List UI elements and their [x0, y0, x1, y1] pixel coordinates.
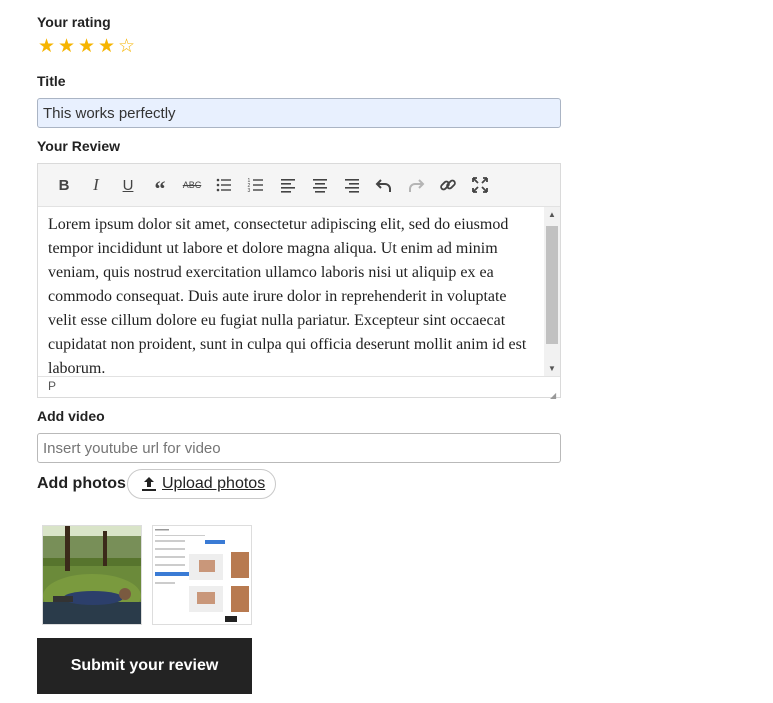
editor-toolbar: B I U “ ABC 123 [38, 164, 560, 207]
upload-icon [142, 477, 156, 491]
scroll-up-icon[interactable]: ▲ [544, 207, 560, 223]
review-editor: B I U “ ABC 123 Lorem ipsum dolor sit am… [37, 163, 561, 400]
redo-icon [400, 169, 432, 201]
editor-scrollbar[interactable]: ▲ ▼ [544, 207, 560, 377]
align-center-icon[interactable] [304, 169, 336, 201]
star-icon[interactable]: ★ [57, 37, 76, 57]
photo-thumbnail-screenshot[interactable] [152, 525, 252, 625]
rating-label: Your rating [37, 14, 111, 30]
scroll-thumb[interactable] [546, 226, 558, 344]
star-rating[interactable]: ★ ★ ★ ★ ☆ [37, 37, 136, 57]
element-path[interactable]: P [48, 379, 56, 393]
title-input[interactable] [37, 98, 561, 128]
submit-review-button[interactable]: Submit your review [37, 638, 252, 694]
link-icon[interactable] [432, 169, 464, 201]
star-outline-icon[interactable]: ☆ [117, 37, 136, 57]
resize-handle-icon[interactable]: ◢ [550, 387, 558, 400]
bullet-list-icon[interactable] [208, 169, 240, 201]
scroll-down-icon[interactable]: ▼ [544, 361, 560, 377]
underline-icon[interactable]: U [112, 169, 144, 201]
undo-icon[interactable] [368, 169, 400, 201]
title-label: Title [37, 73, 66, 89]
star-icon[interactable]: ★ [77, 37, 96, 57]
upload-label: Upload photos [162, 475, 266, 492]
fullscreen-icon[interactable] [464, 169, 496, 201]
video-url-input[interactable] [37, 433, 561, 463]
upload-photos-button[interactable]: Upload photos [127, 469, 277, 499]
photos-label: Add photos [37, 475, 126, 492]
align-right-icon[interactable] [336, 169, 368, 201]
photo-thumbnail-park[interactable] [42, 525, 142, 625]
blockquote-icon[interactable]: “ [144, 169, 176, 201]
numbered-list-icon[interactable]: 123 [240, 169, 272, 201]
video-label: Add video [37, 408, 105, 424]
editor-statusbar: P ◢ [38, 376, 560, 400]
align-left-icon[interactable] [272, 169, 304, 201]
bold-icon[interactable]: B [48, 169, 80, 201]
strikethrough-icon[interactable]: ABC [176, 169, 208, 201]
review-label: Your Review [37, 138, 120, 154]
star-icon[interactable]: ★ [37, 37, 56, 57]
italic-icon[interactable]: I [80, 169, 112, 201]
review-text-area[interactable]: Lorem ipsum dolor sit amet, consectetur … [38, 207, 544, 377]
svg-text:3: 3 [248, 188, 251, 194]
star-icon[interactable]: ★ [97, 37, 116, 57]
photo-thumbnails [42, 525, 252, 625]
